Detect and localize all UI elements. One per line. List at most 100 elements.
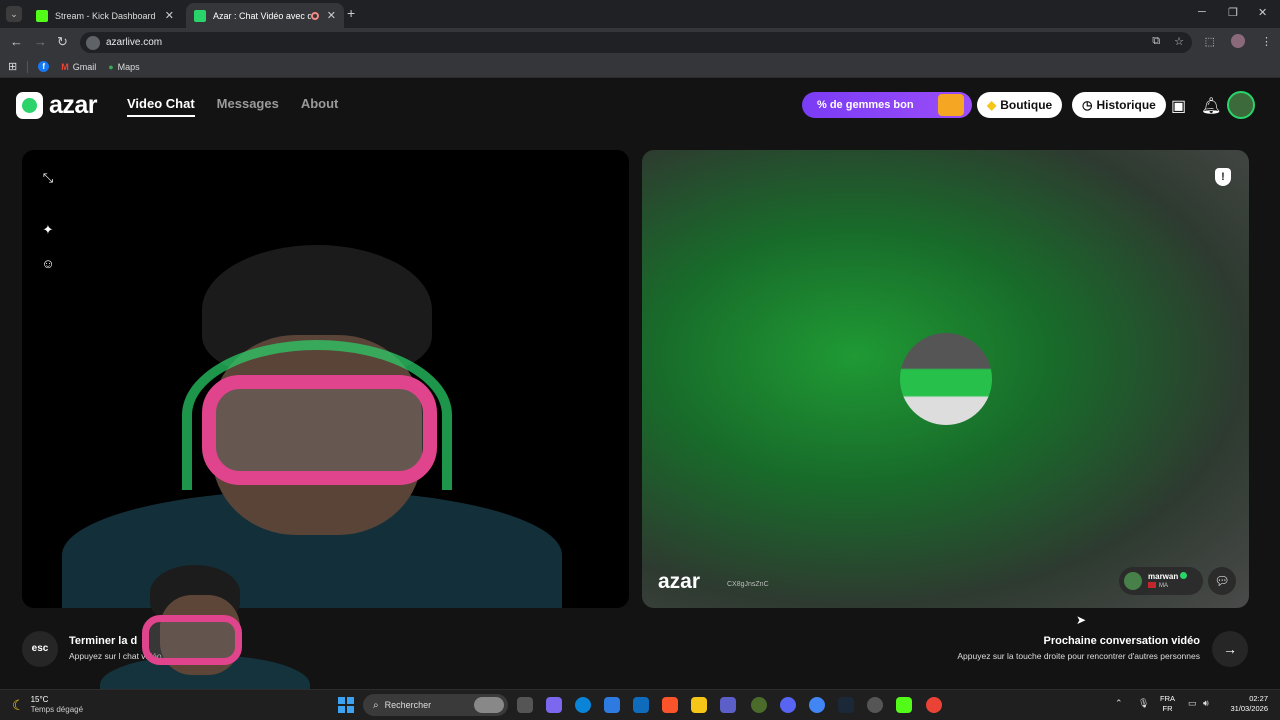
system-clock[interactable]: 02:27 31/03/2026 bbox=[1226, 694, 1268, 714]
window-close-icon[interactable]: ✕ bbox=[1258, 6, 1267, 19]
report-shield-icon[interactable]: ! bbox=[1215, 168, 1231, 186]
remote-user-name: marwan bbox=[1148, 572, 1179, 581]
history-button[interactable]: ◷ Historique bbox=[1072, 92, 1166, 118]
microphone-icon[interactable]: 🎙︎ bbox=[1138, 698, 1149, 709]
start-button[interactable] bbox=[338, 697, 354, 713]
end-chat-button[interactable]: esc bbox=[22, 631, 58, 667]
facebook-icon: f bbox=[38, 61, 50, 72]
back-button[interactable]: ← bbox=[10, 34, 23, 49]
search-placeholder: Rechercher bbox=[384, 700, 432, 710]
outlook-icon[interactable] bbox=[633, 697, 649, 713]
brave-icon[interactable] bbox=[662, 697, 678, 713]
new-tab-button[interactable]: + bbox=[347, 5, 355, 21]
browser-tab-bar: ⌄ Stream - Kick Dashboard ✕ Azar : Chat … bbox=[0, 0, 1280, 28]
pink-mask-effect bbox=[202, 375, 437, 485]
azar-logo-icon bbox=[16, 92, 43, 119]
restore-icon[interactable]: ❐ bbox=[1228, 6, 1238, 19]
chrome-profile-icon[interactable] bbox=[926, 697, 942, 713]
tray-chevron-icon[interactable]: ⌃ bbox=[1115, 698, 1123, 709]
chat-bubble-button[interactable]: 💬︎ bbox=[1208, 567, 1236, 595]
mouse-cursor-icon: ➤ bbox=[1076, 613, 1087, 627]
azar-watermark: azar bbox=[658, 570, 701, 593]
close-icon[interactable]: ✕ bbox=[165, 9, 174, 22]
treasure-chest-icon bbox=[938, 94, 964, 116]
cast-icon[interactable]: ⧉ bbox=[1152, 35, 1160, 48]
lang-top: FRA bbox=[1160, 694, 1175, 703]
tab-kick-dashboard[interactable]: Stream - Kick Dashboard ✕ bbox=[28, 3, 182, 28]
shop-label: Boutique bbox=[1000, 98, 1053, 112]
remote-camera-blob bbox=[900, 333, 992, 425]
task-view-icon[interactable] bbox=[517, 697, 533, 713]
discord-icon[interactable] bbox=[780, 697, 796, 713]
close-icon[interactable]: ✕ bbox=[327, 9, 336, 22]
nav-messages[interactable]: Messages bbox=[217, 96, 279, 117]
bookmark-maps[interactable]: ● Maps bbox=[108, 62, 139, 72]
forward-button[interactable]: → bbox=[34, 34, 47, 49]
remote-video-feed: ! azar CX8gJnsZnC marwan MA 💬︎ bbox=[642, 150, 1249, 608]
weather-temp: 15°C bbox=[30, 695, 49, 704]
store-icon[interactable]: ▣ bbox=[1171, 96, 1186, 116]
minimize-icon[interactable]: ─ bbox=[1198, 6, 1206, 18]
user-avatar[interactable] bbox=[1227, 91, 1255, 119]
edge-icon[interactable] bbox=[575, 697, 591, 713]
clock-date: 31/03/2026 bbox=[1230, 704, 1268, 713]
extensions-icon[interactable]: ⬚ bbox=[1205, 35, 1215, 48]
windows-taskbar: ☾ 15°C Temps dégagé ⌕ Rechercher ⌃ 🎙︎ FR… bbox=[0, 689, 1280, 720]
nav-about[interactable]: About bbox=[301, 96, 339, 117]
bookmark-gmail[interactable]: M Gmail bbox=[61, 62, 96, 72]
weather-widget[interactable]: ☾ 15°C Temps dégagé bbox=[12, 695, 83, 715]
bookmark-star-icon[interactable]: ☆ bbox=[1174, 35, 1184, 48]
session-id: CX8gJnsZnC bbox=[727, 581, 769, 588]
flag-icon bbox=[1148, 582, 1156, 589]
app-icon[interactable] bbox=[751, 697, 767, 713]
browser-toolbar: ← → ↻ azarlive.com ⧉ ☆ ⬚ ⋮ bbox=[0, 28, 1280, 56]
next-chat-button[interactable]: → bbox=[1212, 631, 1248, 667]
profile-avatar[interactable] bbox=[1231, 34, 1245, 48]
gems-promo-banner[interactable]: % de gemmes bon bbox=[802, 92, 972, 118]
site-info-icon[interactable] bbox=[86, 35, 100, 50]
tab-search-button[interactable]: ⌄ bbox=[6, 6, 22, 22]
shop-button[interactable]: ◆ Boutique bbox=[977, 92, 1063, 118]
steam-icon[interactable] bbox=[838, 697, 854, 713]
local-camera-person bbox=[62, 245, 562, 608]
bookmark-label: Gmail bbox=[72, 61, 97, 72]
menu-icon[interactable]: ⋮ bbox=[1261, 35, 1272, 48]
bookmark-facebook[interactable]: f bbox=[38, 61, 50, 72]
bookmarks-bar: ⊞ f M Gmail ● Maps bbox=[0, 56, 1280, 78]
face-filter-icon[interactable]: ☺ bbox=[40, 256, 56, 272]
main-nav: Video Chat Messages About bbox=[127, 96, 338, 117]
promo-text: % de gemmes bon bbox=[817, 99, 914, 111]
network-icon[interactable]: ▭ bbox=[1188, 698, 1197, 709]
gem-icon: ◆ bbox=[987, 98, 997, 112]
app-icon[interactable] bbox=[867, 697, 883, 713]
kick-icon[interactable] bbox=[896, 697, 912, 713]
azar-logo[interactable]: azar bbox=[16, 91, 98, 120]
store-app-icon[interactable] bbox=[604, 697, 620, 713]
clock-icon: ◷ bbox=[1082, 98, 1093, 112]
search-icon: ⌕ bbox=[373, 699, 379, 711]
history-label: Historique bbox=[1096, 98, 1156, 112]
taskbar-search[interactable]: ⌕ Rechercher bbox=[363, 694, 508, 716]
volume-icon[interactable]: 🔊︎ bbox=[1203, 698, 1209, 709]
moon-icon: ☾ bbox=[12, 696, 25, 713]
copilot-icon[interactable] bbox=[546, 697, 562, 713]
remote-user-country: MA bbox=[1159, 583, 1168, 589]
tab-title: Stream - Kick Dashboard bbox=[55, 10, 156, 21]
reload-button[interactable]: ↻ bbox=[57, 34, 68, 50]
chrome-icon[interactable] bbox=[809, 697, 825, 713]
language-indicator[interactable]: FRA FR bbox=[1160, 694, 1175, 714]
bookmark-label: Maps bbox=[117, 61, 140, 72]
teams-icon[interactable] bbox=[720, 697, 736, 713]
address-bar[interactable]: azarlive.com ⧉ ☆ bbox=[80, 32, 1192, 53]
pink-mask-effect bbox=[142, 615, 242, 665]
url-text: azarlive.com bbox=[106, 37, 163, 48]
apps-grid-icon[interactable]: ⊞ bbox=[8, 60, 17, 73]
nav-video-chat[interactable]: Video Chat bbox=[127, 96, 195, 117]
remote-user-chip[interactable]: marwan MA bbox=[1119, 567, 1203, 595]
file-explorer-icon[interactable] bbox=[691, 697, 707, 713]
magic-wand-icon[interactable]: ✦ bbox=[40, 222, 56, 238]
recording-icon bbox=[310, 11, 319, 20]
bell-icon[interactable]: 🔔︎ bbox=[1201, 96, 1221, 116]
minimize-video-icon[interactable]: ⤡ bbox=[40, 170, 56, 186]
tab-azar[interactable]: Azar : Chat Vidéo avec de n ✕ bbox=[186, 3, 344, 28]
